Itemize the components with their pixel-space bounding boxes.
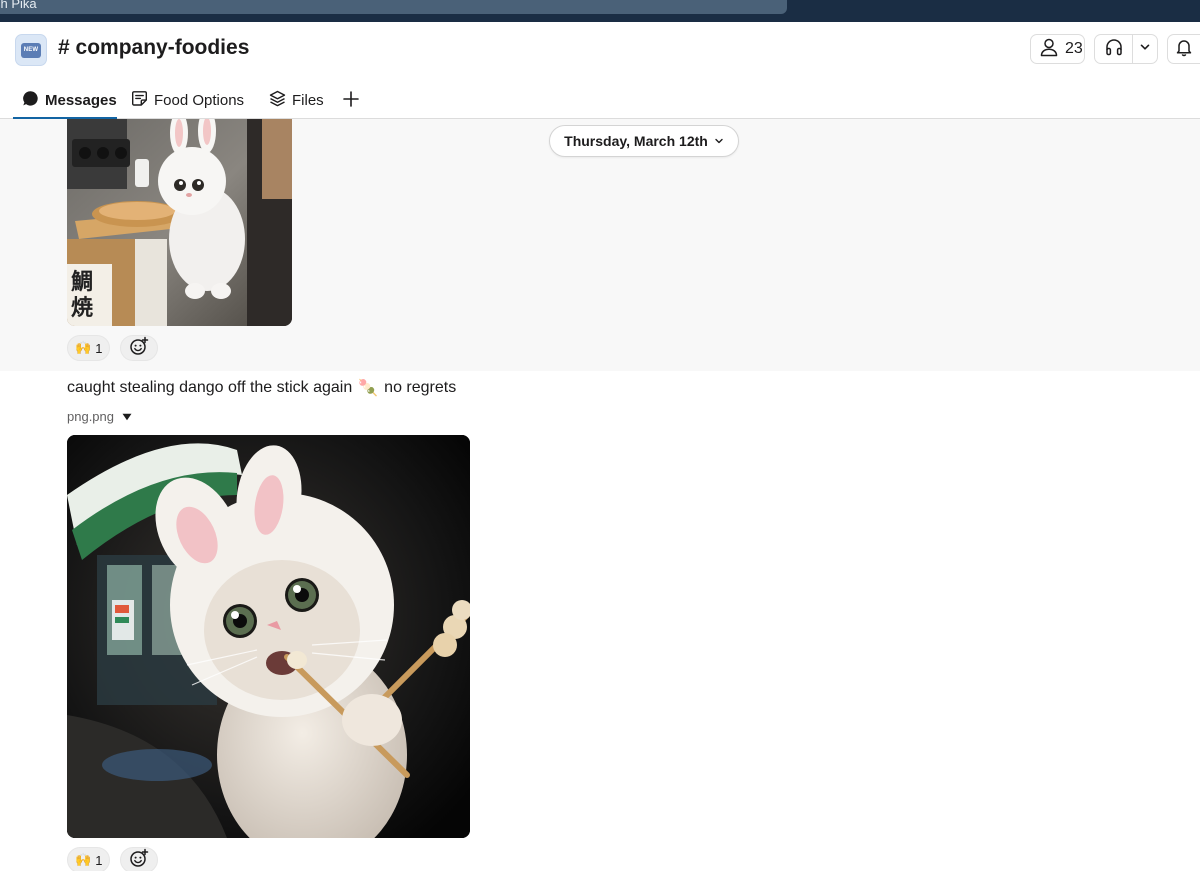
top-bar: ch Pika	[0, 0, 1200, 22]
tab-files-label: Files	[292, 92, 324, 109]
add-tab-button[interactable]	[342, 82, 360, 119]
huddle-dropdown[interactable]	[1133, 35, 1157, 63]
new-badge-icon: NEW	[21, 42, 41, 58]
search-text: ch Pika	[0, 0, 37, 11]
notifications-button[interactable]	[1167, 34, 1200, 64]
file-name: png.png	[67, 409, 114, 424]
channel-title[interactable]: # company-foodies	[58, 36, 249, 60]
reaction-emoji: 🙌	[75, 340, 92, 355]
date-divider-label: Thursday, March 12th	[564, 133, 708, 149]
members-button[interactable]: 23	[1030, 34, 1085, 64]
cat-in-bunny-hat-with-dango-icon[interactable]	[67, 435, 470, 838]
tab-food-options[interactable]: Food Options	[131, 82, 244, 119]
svg-text:鯛: 鯛	[71, 270, 93, 295]
svg-text:焼: 焼	[71, 295, 93, 321]
channel-tabs: Messages Food Options Files	[0, 82, 1200, 119]
reaction-raised-hands[interactable]: 🙌 1	[67, 847, 111, 871]
chevron-down-icon	[714, 133, 724, 149]
date-divider[interactable]: Thursday, March 12th	[549, 125, 739, 157]
person-icon	[1039, 37, 1059, 62]
caret-down-icon	[122, 409, 132, 424]
huddle-button[interactable]	[1094, 34, 1158, 64]
message-text: caught stealing dango off the stick agai…	[67, 378, 456, 398]
workspace-icon[interactable]: NEW	[15, 34, 47, 66]
tab-food-options-label: Food Options	[154, 92, 245, 109]
add-emoji-icon	[129, 848, 149, 871]
reaction-raised-hands[interactable]: 🙌 1	[67, 335, 111, 361]
add-reaction-button[interactable]	[120, 847, 158, 871]
layers-icon	[269, 90, 286, 111]
plus-icon	[342, 90, 360, 112]
member-count: 23	[1065, 40, 1083, 57]
channel-header: NEW # company-foodies 23 Messages Food O…	[0, 22, 1200, 119]
headphones-icon	[1104, 37, 1124, 62]
search-bar[interactable]: ch Pika	[0, 0, 787, 14]
tab-messages[interactable]: Messages	[22, 82, 117, 119]
tab-files[interactable]: Files	[269, 82, 324, 119]
reaction-count: 1	[95, 852, 103, 868]
reaction-count: 1	[95, 340, 103, 356]
add-reaction-button[interactable]	[120, 335, 158, 361]
add-emoji-icon	[129, 336, 149, 361]
dango-emoji: 🍡	[358, 380, 379, 397]
chat-bubble-icon	[22, 90, 39, 111]
bell-icon	[1174, 37, 1194, 62]
tab-messages-label: Messages	[45, 92, 117, 109]
canvas-doc-icon	[131, 90, 148, 111]
cat-in-bunny-hat-with-taiyaki-icon[interactable]: 鯛 焼	[67, 119, 292, 326]
huddle-start[interactable]	[1095, 35, 1133, 63]
file-name-toggle[interactable]: png.png	[67, 409, 132, 424]
message-text-after: no regrets	[384, 379, 457, 396]
chevron-down-icon	[1139, 40, 1151, 58]
message-list[interactable]: 鯛 焼 Thursday, March 12th 🙌 1 caught stea…	[0, 119, 1200, 871]
message-text-before: caught stealing dango off the stick agai…	[67, 379, 353, 396]
reaction-emoji: 🙌	[75, 852, 92, 867]
